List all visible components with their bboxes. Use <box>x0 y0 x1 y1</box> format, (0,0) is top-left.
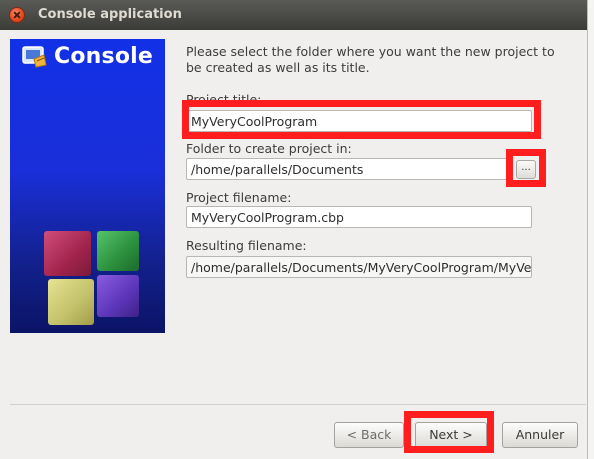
logo-cube-red <box>44 231 91 276</box>
folder-label: Folder to create project in: <box>186 141 352 156</box>
resulting-filename-label: Resulting filename: <box>186 238 307 253</box>
cancel-button[interactable]: Annuler <box>502 422 578 448</box>
titlebar: Console application <box>0 0 587 30</box>
logo-cube-yellow <box>48 279 94 325</box>
wizard-description: Please select the folder where you want … <box>186 44 555 75</box>
banner-title: Console <box>22 44 153 69</box>
wizard-window: Console application Console Please selec… <box>0 0 588 459</box>
close-icon[interactable] <box>9 7 25 23</box>
wizard-banner: Console <box>10 39 165 333</box>
back-button[interactable]: < Back <box>334 422 404 448</box>
logo-cube-green <box>97 231 139 271</box>
highlight-next-button <box>404 411 494 453</box>
resulting-filename-field: /home/parallels/Documents/MyVeryCoolProg… <box>186 256 532 278</box>
window-title: Console application <box>38 7 182 22</box>
console-wizard-icon <box>22 45 47 68</box>
button-separator <box>10 404 586 405</box>
highlight-project-title <box>182 100 541 139</box>
project-filename-label: Project filename: <box>186 190 292 205</box>
highlight-browse-button <box>506 149 546 187</box>
folder-input[interactable]: /home/parallels/Documents <box>186 158 508 180</box>
project-filename-input[interactable]: MyVeryCoolProgram.cbp <box>186 206 532 228</box>
logo-cube-purple <box>97 275 139 317</box>
banner-title-text: Console <box>54 44 153 69</box>
